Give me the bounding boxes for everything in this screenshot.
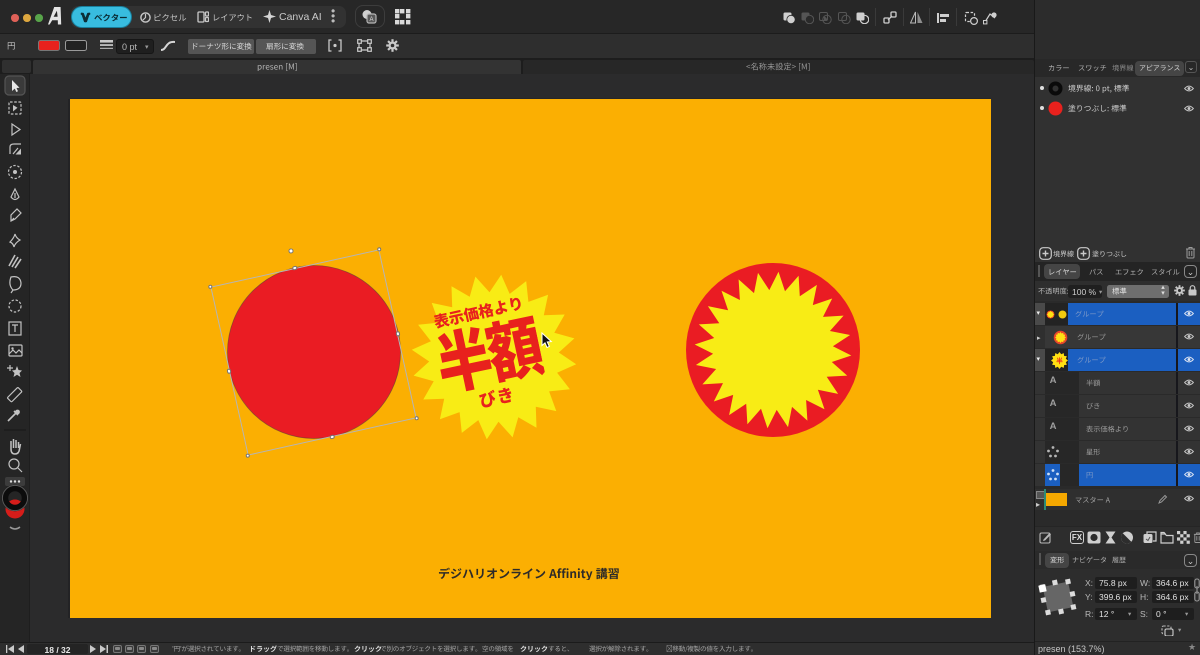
svg-text:A: A	[369, 17, 373, 23]
